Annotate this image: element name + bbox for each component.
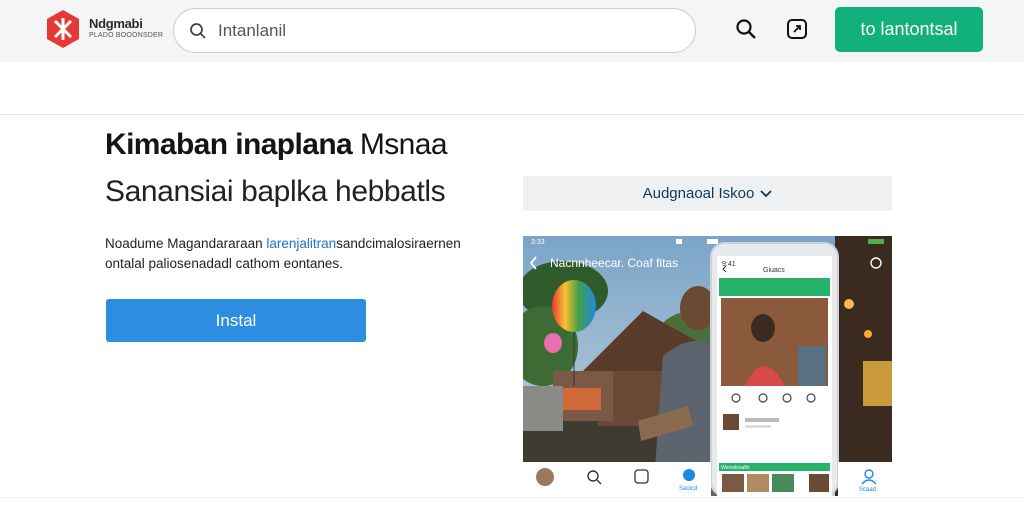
brand-name[interactable]: Ndgmabi <box>89 16 143 31</box>
top-header: Ndgmabi PLADO BOOONSDER to lantontsal <box>0 0 1024 62</box>
brand-tagline: PLADO BOOONSDER <box>89 32 164 39</box>
phone-label: Wemslosaflo <box>721 465 750 471</box>
title-light: Msnaa <box>352 128 448 161</box>
footer-divider <box>0 497 1024 498</box>
preview-app-title: Nacnnheecar. Coaf fitas <box>550 256 678 270</box>
title-bold: Kimaban inaplana <box>105 128 353 161</box>
status-time: 3:33 <box>531 239 545 246</box>
header-cta-button[interactable]: to lantontsal <box>835 7 983 52</box>
app-preview-screenshot[interactable]: 3:33 Nacnnheecar. Coaf fitas 9:41 Giuacs… <box>523 236 892 496</box>
desc-text-start: Noadume Magandararaan <box>105 236 267 251</box>
preview-nav-label-2: Scaad <box>859 487 876 493</box>
page-subtitle: Sanansiai baplka hebbatls <box>105 175 446 208</box>
share-box-icon[interactable] <box>786 18 808 40</box>
brand-logo-icon[interactable] <box>46 9 80 49</box>
desc-link[interactable]: larenjalitran <box>266 236 336 251</box>
dropdown-label: Audgnaoal Iskoo <box>642 185 755 202</box>
install-button[interactable]: Instal <box>106 299 366 342</box>
search-bar[interactable] <box>173 8 696 53</box>
search-input[interactable] <box>218 19 678 43</box>
page-title: Kimaban inaplana Msnaa <box>105 128 448 162</box>
search-icon <box>190 23 206 39</box>
chevron-down-icon <box>760 189 773 197</box>
hero-description: Noadume Magandararaan larenjalitransandc… <box>105 234 495 274</box>
preview-nav-label-1: Saoicd <box>679 486 697 492</box>
phone-header: Giuacs <box>763 267 785 274</box>
search-icon[interactable] <box>735 18 757 40</box>
phone-status-time: 9:41 <box>722 261 736 268</box>
section-divider <box>0 114 1024 115</box>
dropdown-select[interactable]: Audgnaoal Iskoo <box>523 176 892 211</box>
